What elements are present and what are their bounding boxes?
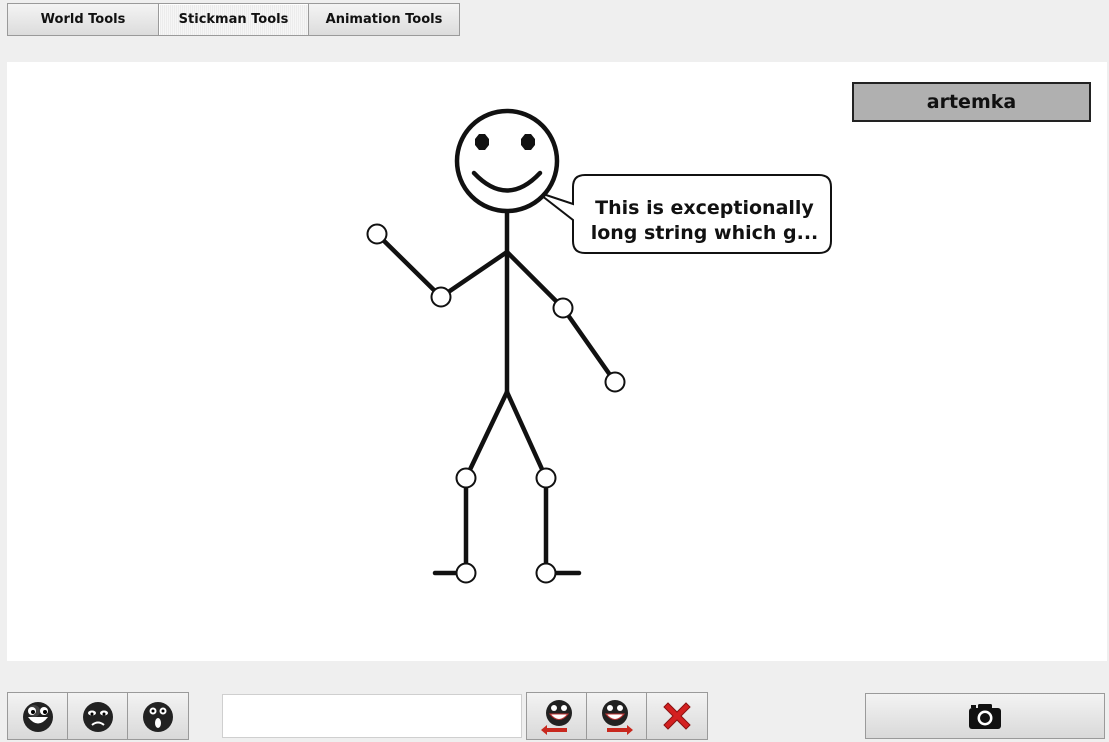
delete-x-icon	[663, 702, 691, 730]
joint-right-hand	[604, 371, 626, 393]
tab-stickman-tools[interactable]: Stickman Tools	[159, 4, 309, 35]
joint-right-elbow	[552, 297, 574, 319]
happy-face-button[interactable]	[8, 693, 68, 739]
stage-canvas[interactable]: This is exceptionally long string which g…	[7, 62, 1107, 661]
speech-line-2: long string which g...	[590, 222, 819, 244]
turn-left-icon	[540, 700, 572, 735]
speech-bubble-text: This is exceptionally long string which g…	[572, 186, 837, 256]
turn-right-icon	[601, 700, 633, 735]
turn-left-button[interactable]	[527, 693, 587, 739]
stickman-skeleton	[374, 209, 618, 576]
joint-right-knee	[535, 467, 557, 489]
snapshot-button[interactable]	[865, 693, 1105, 739]
tab-world-tools[interactable]: World Tools	[8, 4, 159, 35]
joint-right-foot	[535, 562, 557, 584]
joint-left-hand	[366, 223, 388, 245]
stickman-head[interactable]	[454, 108, 560, 214]
surprised-face-button[interactable]	[128, 693, 188, 739]
joint-left-elbow	[430, 286, 452, 308]
delete-button[interactable]	[647, 693, 707, 739]
tab-animation-tools[interactable]: Animation Tools	[309, 4, 459, 35]
happy-face-icon	[22, 702, 53, 732]
sad-face-icon	[82, 702, 113, 732]
turn-right-button[interactable]	[587, 693, 647, 739]
character-name-badge[interactable]: artemka	[852, 82, 1091, 122]
emotion-buttons	[7, 692, 189, 740]
stickman-figure	[366, 108, 832, 584]
camera-icon	[969, 704, 1001, 729]
joint-left-knee	[455, 467, 477, 489]
sad-face-button[interactable]	[68, 693, 128, 739]
joint-left-foot	[455, 562, 477, 584]
speech-line-1: This is exceptionally	[595, 197, 814, 219]
action-buttons	[526, 692, 708, 740]
surprised-face-icon	[143, 702, 173, 732]
tool-tabs: World Tools Stickman Tools Animation Too…	[7, 3, 460, 36]
speech-text-input[interactable]	[222, 694, 522, 738]
joint-handles[interactable]	[366, 223, 626, 584]
